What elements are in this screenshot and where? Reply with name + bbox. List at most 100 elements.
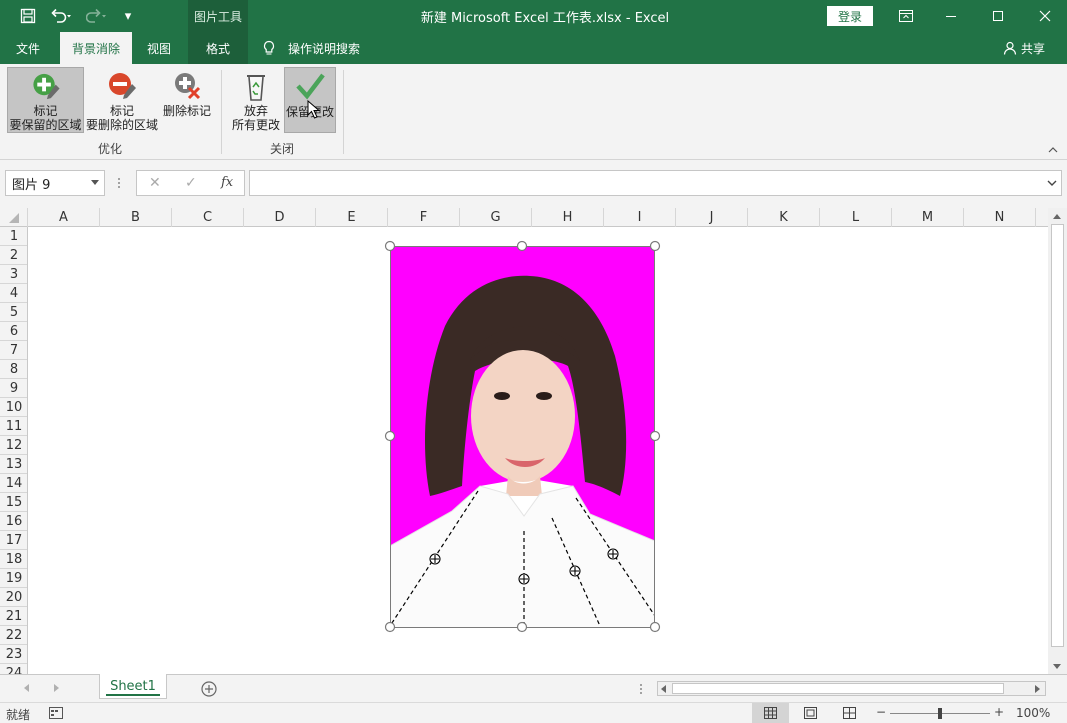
tab-file[interactable]: 文件: [0, 32, 56, 64]
column-header[interactable]: K: [748, 208, 820, 227]
add-mark-icon: [32, 73, 60, 100]
column-header[interactable]: H: [532, 208, 604, 227]
column-header[interactable]: L: [820, 208, 892, 227]
expand-formula-bar-icon[interactable]: [1047, 180, 1057, 187]
share-label: 共享: [1020, 41, 1045, 56]
save-icon[interactable]: [14, 0, 42, 32]
row-header[interactable]: 8: [0, 360, 27, 379]
tab-format[interactable]: 格式: [188, 32, 248, 64]
column-header[interactable]: A: [28, 208, 100, 227]
new-sheet-icon[interactable]: [200, 680, 218, 698]
row-header[interactable]: 13: [0, 455, 27, 474]
page-layout-view-icon[interactable]: [804, 707, 817, 719]
tab-view[interactable]: 视图: [134, 32, 184, 64]
row-header[interactable]: 23: [0, 645, 27, 664]
select-all-button[interactable]: [0, 208, 28, 227]
row-header[interactable]: 18: [0, 550, 27, 569]
column-header[interactable]: E: [316, 208, 388, 227]
row-header[interactable]: 20: [0, 588, 27, 607]
insert-function-icon[interactable]: fx: [221, 175, 233, 190]
row-header[interactable]: 19: [0, 569, 27, 588]
lightbulb-icon: [263, 40, 275, 55]
scroll-up-icon[interactable]: [1052, 212, 1062, 220]
row-header[interactable]: 24: [0, 664, 27, 675]
row-header[interactable]: 15: [0, 493, 27, 512]
mark-keep-line1: 标记: [33, 104, 58, 118]
row-header[interactable]: 5: [0, 303, 27, 322]
collapse-ribbon-icon[interactable]: [1047, 145, 1059, 155]
row-header[interactable]: 1: [0, 227, 27, 246]
horizontal-scroll-thumb[interactable]: [672, 683, 1004, 694]
row-header[interactable]: 12: [0, 436, 27, 455]
row-header[interactable]: 11: [0, 417, 27, 436]
discard-all-changes-button[interactable]: 放弃 所有更改: [228, 67, 284, 133]
enter-entry-icon[interactable]: ✓: [185, 175, 197, 191]
mouse-cursor-icon: [307, 100, 321, 119]
delete-mark-button[interactable]: 删除标记: [160, 67, 214, 133]
mark-areas-to-remove-button[interactable]: 标记 要删除的区域: [84, 67, 160, 133]
chevron-down-icon: ▾: [124, 8, 132, 24]
share-button[interactable]: 共享: [996, 32, 1052, 64]
formula-bar-handle[interactable]: [117, 176, 121, 190]
scroll-right-icon[interactable]: [1035, 685, 1041, 693]
row-header[interactable]: 7: [0, 341, 27, 360]
column-header[interactable]: D: [244, 208, 316, 227]
row-header[interactable]: 21: [0, 607, 27, 626]
normal-view-button[interactable]: [752, 703, 789, 723]
macro-record-icon[interactable]: [49, 707, 63, 719]
maximize-icon[interactable]: [983, 0, 1013, 32]
column-headers: ABCDEFGHIJKLMN: [0, 208, 1048, 227]
row-header[interactable]: 9: [0, 379, 27, 398]
row-header[interactable]: 4: [0, 284, 27, 303]
tell-me-search[interactable]: 操作说明搜索: [262, 32, 372, 64]
row-header[interactable]: 2: [0, 246, 27, 265]
resize-handles[interactable]: [383, 239, 663, 635]
vertical-scroll-thumb[interactable]: [1051, 224, 1064, 647]
redo-icon[interactable]: [82, 0, 112, 32]
column-header[interactable]: J: [676, 208, 748, 227]
ribbon-display-options-icon[interactable]: [892, 0, 920, 32]
row-header[interactable]: 17: [0, 531, 27, 550]
row-header[interactable]: 6: [0, 322, 27, 341]
horizontal-scrollbar[interactable]: [657, 681, 1046, 696]
column-header[interactable]: G: [460, 208, 532, 227]
column-header[interactable]: B: [100, 208, 172, 227]
zoom-in-button[interactable]: +: [994, 705, 1004, 719]
column-header[interactable]: C: [172, 208, 244, 227]
customize-qat-button[interactable]: ▾: [118, 0, 138, 32]
row-header[interactable]: 3: [0, 265, 27, 284]
column-header[interactable]: M: [892, 208, 964, 227]
zoom-out-button[interactable]: −: [876, 705, 886, 719]
cancel-entry-icon[interactable]: ✕: [149, 175, 161, 191]
scroll-left-icon[interactable]: [661, 685, 667, 693]
group-label-close: 关闭: [269, 142, 294, 156]
close-icon[interactable]: [1030, 0, 1060, 32]
next-sheet-icon[interactable]: [54, 684, 60, 692]
tab-background-removal[interactable]: 背景消除: [60, 32, 132, 64]
scroll-down-icon[interactable]: [1052, 663, 1062, 671]
chevron-down-icon: [91, 180, 99, 185]
zoom-level[interactable]: 100%: [1016, 706, 1050, 720]
vertical-scrollbar[interactable]: [1048, 208, 1067, 674]
row-header[interactable]: 22: [0, 626, 27, 645]
tab-split-handle[interactable]: [639, 682, 643, 696]
group-label-optimize: 优化: [97, 142, 122, 156]
row-header[interactable]: 16: [0, 512, 27, 531]
sheet-tab-sheet1[interactable]: Sheet1: [99, 674, 167, 699]
row-header[interactable]: 10: [0, 398, 27, 417]
formula-input[interactable]: [249, 170, 1062, 196]
login-button[interactable]: 登录: [827, 6, 873, 26]
zoom-slider-thumb[interactable]: [938, 708, 942, 719]
page-break-preview-icon[interactable]: [843, 707, 856, 719]
mark-areas-to-keep-button[interactable]: 标记 要保留的区域: [7, 67, 84, 133]
column-header[interactable]: F: [388, 208, 460, 227]
minimize-icon[interactable]: [936, 0, 966, 32]
name-box[interactable]: 图片 9: [5, 170, 105, 196]
column-header[interactable]: I: [604, 208, 676, 227]
remove-mark-icon: [109, 73, 136, 99]
prev-sheet-icon[interactable]: [24, 684, 30, 692]
row-header[interactable]: 14: [0, 474, 27, 493]
column-header[interactable]: N: [964, 208, 1036, 227]
formula-buttons: ✕ ✓ fx: [136, 170, 245, 196]
undo-icon[interactable]: [46, 0, 76, 32]
